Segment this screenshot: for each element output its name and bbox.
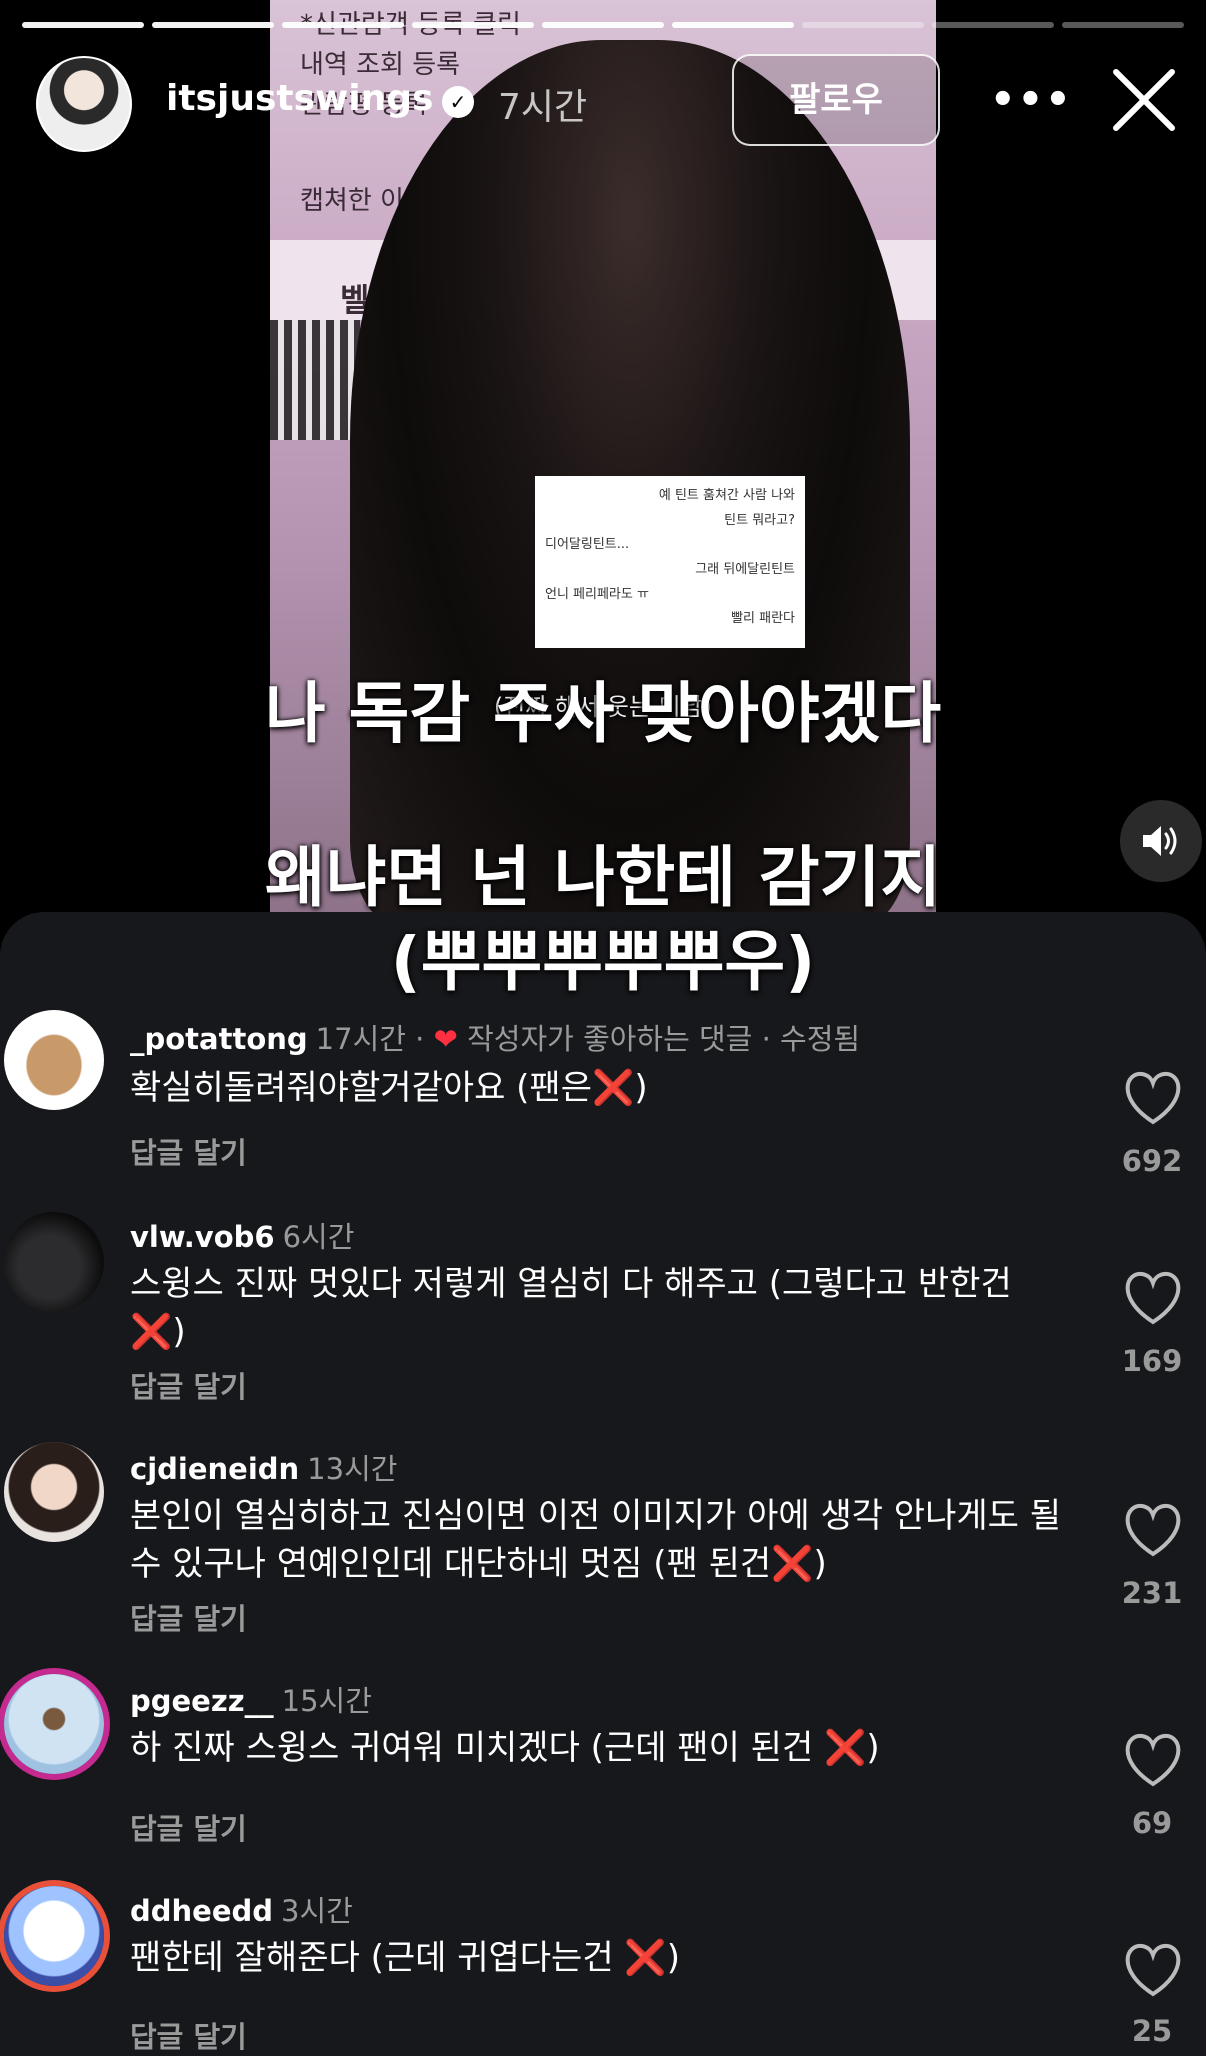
- comment-header: vlw.vob6 6시간: [130, 1214, 354, 1256]
- progress-segment: [932, 22, 1054, 28]
- progress-segment: [22, 22, 144, 28]
- x-mark-icon: ❌: [824, 1728, 867, 1768]
- chat-screenshot-card: 예 틴트 훔쳐간 사람 나와 틴트 뭐라고? 디어달링틴트... 그래 뒤에달린…: [535, 476, 805, 648]
- comment-text-part: 확실히돌려줘야할거같아요 (팬은: [130, 1068, 592, 1108]
- video-caption: 나 독감 주사 맞아야겠다: [264, 675, 942, 752]
- comment-header: _potattong 17시간 · ❤ 작성자가 좋아하는 댓글 · 수정됨: [130, 1022, 861, 1056]
- qr-code-image: [270, 320, 360, 440]
- owner-username[interactable]: itsjustswings: [166, 78, 433, 119]
- creator-liked-heart-icon: ❤: [433, 1022, 458, 1056]
- reply-button[interactable]: 답글 달기: [130, 2014, 247, 2056]
- reply-button[interactable]: 답글 달기: [130, 1596, 247, 1638]
- x-mark-icon: ❌: [624, 1938, 667, 1978]
- like-count: 25: [1131, 2014, 1173, 2048]
- commenter-avatar[interactable]: [4, 1010, 104, 1110]
- comment-text-part: ): [666, 1938, 681, 1978]
- comment-text-part: ): [813, 1544, 827, 1584]
- progress-segment: [542, 22, 664, 28]
- like-heart-icon[interactable]: [1122, 1732, 1184, 1788]
- comment-time: 6시간: [282, 1220, 355, 1254]
- post-time: 7시간: [498, 87, 588, 128]
- comment-text-part: 팬한테 잘해준다 (근데 귀엽다는건: [130, 1938, 625, 1978]
- video-caption: 왜냐면 넌 나한테 감기지: [264, 839, 942, 916]
- comment-header: pgeezz__ 15시간: [130, 1678, 372, 1720]
- like-count: 169: [1121, 1344, 1183, 1378]
- comment-text-part: ): [866, 1728, 880, 1768]
- progress-segment: [802, 22, 924, 28]
- reply-button[interactable]: 답글 달기: [130, 1130, 247, 1172]
- x-mark-icon: ❌: [771, 1544, 814, 1584]
- commenter-avatar[interactable]: [4, 1442, 104, 1542]
- comment-time: 3시간: [281, 1894, 353, 1928]
- comment-text-part: 스윙스 진짜 멋있다 저렇게 열심히 다 해주고 (그렇다고 반한건: [130, 1264, 1012, 1304]
- video-caption: (뿌뿌뿌뿌뿌우): [390, 923, 816, 1000]
- owner-avatar[interactable]: [36, 56, 132, 152]
- speaker-icon[interactable]: [1120, 800, 1202, 882]
- comment-header: ddheedd 3시간: [130, 1888, 353, 1930]
- verified-badge-icon: ✓: [442, 86, 474, 118]
- x-mark-icon: ❌: [592, 1068, 635, 1108]
- comment-text: 본인이 열심히하고 진심이면 이전 이미지가 아에 생각 안나게도 될 수 있구…: [130, 1492, 1080, 1588]
- comment-text-part: ): [172, 1312, 186, 1352]
- comments-sheet[interactable]: _potattong 17시간 · ❤ 작성자가 좋아하는 댓글 · 수정됨 확실…: [0, 912, 1206, 2056]
- commenter-avatar[interactable]: [4, 1212, 104, 1312]
- like-count: 69: [1131, 1806, 1173, 1840]
- chat-line: 언니 페리페라도 ㅠ: [545, 586, 649, 602]
- comment-text-part: 하 진짜 스윙스 귀여워 미치겠다 (근데 팬이 된건: [130, 1728, 825, 1768]
- follow-button[interactable]: 팔로우: [732, 54, 940, 146]
- commenter-avatar[interactable]: [4, 1886, 104, 1986]
- poster-text-line: 내역 조회 등록: [300, 50, 461, 80]
- like-count: 692: [1121, 1144, 1183, 1178]
- commenter-username[interactable]: vlw.vob6: [130, 1220, 275, 1254]
- close-icon[interactable]: [1110, 66, 1178, 134]
- commenter-username[interactable]: cjdieneidn: [130, 1452, 299, 1486]
- comment-text: 하 진짜 스윙스 귀여워 미치겠다 (근데 팬이 된건 ❌): [130, 1724, 1080, 1772]
- like-heart-icon[interactable]: [1122, 1270, 1184, 1326]
- comment-text-part: ): [634, 1068, 648, 1108]
- commenter-username[interactable]: _potattong: [130, 1022, 308, 1056]
- comment-text: 확실히돌려줘야할거같아요 (팬은❌): [130, 1064, 1080, 1112]
- progress-segment: [412, 22, 534, 28]
- story-progress-bar: [22, 22, 1184, 28]
- chat-line: 디어달링틴트...: [545, 537, 630, 553]
- reply-button[interactable]: 답글 달기: [130, 1806, 247, 1848]
- like-heart-icon[interactable]: [1122, 1942, 1184, 1998]
- comment-time: 17시간: [315, 1022, 406, 1056]
- commenter-username[interactable]: pgeezz__: [130, 1684, 274, 1718]
- chat-line: 예 틴트 훔쳐간 사람 나와: [658, 488, 795, 503]
- chat-line: 틴트 뭐라고?: [724, 512, 795, 528]
- progress-segment: [282, 22, 404, 28]
- comment-time: 13시간: [307, 1452, 398, 1486]
- x-mark-icon: ❌: [130, 1312, 173, 1352]
- progress-segment: [152, 22, 274, 28]
- reply-button[interactable]: 답글 달기: [130, 1364, 247, 1406]
- speaker-glyph-icon: [1143, 826, 1177, 856]
- comment-header: cjdieneidn 13시간: [130, 1446, 397, 1488]
- commenter-username[interactable]: ddheedd: [130, 1894, 273, 1928]
- comment-meta: 작성자가 좋아하는 댓글 · 수정됨: [467, 1022, 861, 1056]
- comment-text: 스윙스 진짜 멋있다 저렇게 열심히 다 해주고 (그렇다고 반한건 ❌): [130, 1260, 1080, 1356]
- like-heart-icon[interactable]: [1122, 1070, 1184, 1126]
- more-options-icon[interactable]: •••: [990, 60, 1071, 140]
- like-count: 231: [1121, 1576, 1183, 1610]
- progress-segment: [672, 22, 794, 28]
- like-heart-icon[interactable]: [1122, 1502, 1184, 1558]
- comment-text-part: 본인이 열심히하고 진심이면 이전 이미지가 아에 생각 안나게도 될 수 있구…: [130, 1496, 1062, 1584]
- chat-line: 그래 뒤에달린틴트: [695, 562, 795, 578]
- progress-segment: [1062, 22, 1184, 28]
- comment-text: 팬한테 잘해준다 (근데 귀엽다는건 ❌): [130, 1934, 1080, 1982]
- comment-time: 15시간: [281, 1684, 372, 1718]
- chat-line: 빨리 패란다: [731, 611, 795, 627]
- commenter-avatar[interactable]: [4, 1674, 104, 1774]
